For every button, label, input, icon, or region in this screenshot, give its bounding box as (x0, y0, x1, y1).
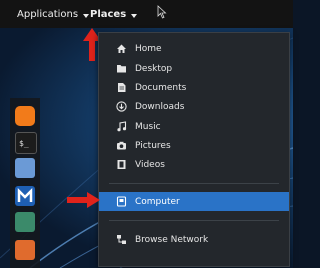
places-item-label: Computer (135, 196, 180, 207)
places-item-label: Home (135, 43, 162, 54)
chevron-down-icon (131, 13, 138, 18)
files-icon[interactable] (15, 158, 35, 178)
network-icon (115, 234, 127, 246)
chevron-down-icon (83, 13, 90, 18)
places-item-label: Desktop (135, 63, 173, 74)
places-menu-label: Places (90, 9, 127, 20)
terminal-icon[interactable]: $_ (15, 132, 37, 154)
menu-separator (109, 183, 279, 184)
svg-text:$_: $_ (19, 139, 29, 148)
places-dropdown: Home Desktop Documents Downloads Music P… (98, 32, 290, 267)
user-icon[interactable] (15, 212, 35, 232)
menu-separator (109, 220, 279, 221)
dock: $_ (10, 98, 40, 268)
places-item-label: Browse Network (135, 234, 209, 245)
document-icon (115, 82, 127, 94)
folder-icon (115, 63, 127, 75)
applications-menu-label: Applications (17, 9, 79, 20)
music-icon (115, 121, 127, 133)
places-item-pictures[interactable]: Pictures (99, 136, 289, 155)
places-item-label: Documents (135, 82, 187, 93)
places-item-home[interactable]: Home (99, 39, 289, 58)
annotation-arrow-right-icon (67, 192, 100, 208)
home-icon (115, 43, 127, 55)
burp-icon[interactable] (15, 240, 35, 260)
firefox-icon[interactable] (15, 106, 35, 126)
places-item-label: Music (135, 121, 161, 132)
places-item-label: Pictures (135, 140, 171, 151)
camera-icon (115, 140, 127, 152)
places-item-music[interactable]: Music (99, 117, 289, 136)
places-item-desktop[interactable]: Desktop (99, 59, 289, 78)
metasploit-icon[interactable] (15, 186, 35, 206)
top-panel: Applications Places (0, 0, 293, 28)
mouse-cursor-icon (157, 5, 167, 19)
download-icon (115, 101, 127, 113)
places-item-documents[interactable]: Documents (99, 78, 289, 97)
film-icon (115, 159, 127, 171)
places-item-downloads[interactable]: Downloads (99, 97, 289, 116)
applications-menu[interactable]: Applications (17, 8, 90, 22)
places-item-label: Downloads (135, 101, 185, 112)
places-item-browse-network[interactable]: Browse Network (99, 230, 289, 249)
places-item-label: Videos (135, 159, 165, 170)
places-menu-button[interactable]: Places (90, 8, 138, 22)
places-item-videos[interactable]: Videos (99, 155, 289, 174)
places-item-computer[interactable]: Computer (99, 192, 289, 211)
computer-icon (115, 196, 127, 208)
